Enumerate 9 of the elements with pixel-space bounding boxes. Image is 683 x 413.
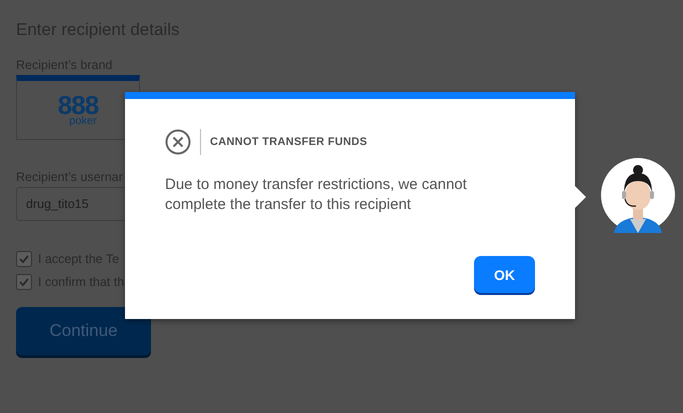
ok-button[interactable]: OK — [474, 256, 535, 293]
logo-word: poker — [69, 116, 97, 126]
logo-number: 888 — [58, 94, 98, 116]
support-agent-avatar-icon — [600, 157, 676, 233]
continue-button[interactable]: Continue — [16, 307, 151, 355]
checkbox[interactable] — [16, 251, 32, 267]
dialog-title: CANNOT TRANSFER FUNDS — [210, 136, 368, 148]
checkbox[interactable] — [16, 274, 32, 290]
close-circle-icon — [165, 129, 191, 155]
